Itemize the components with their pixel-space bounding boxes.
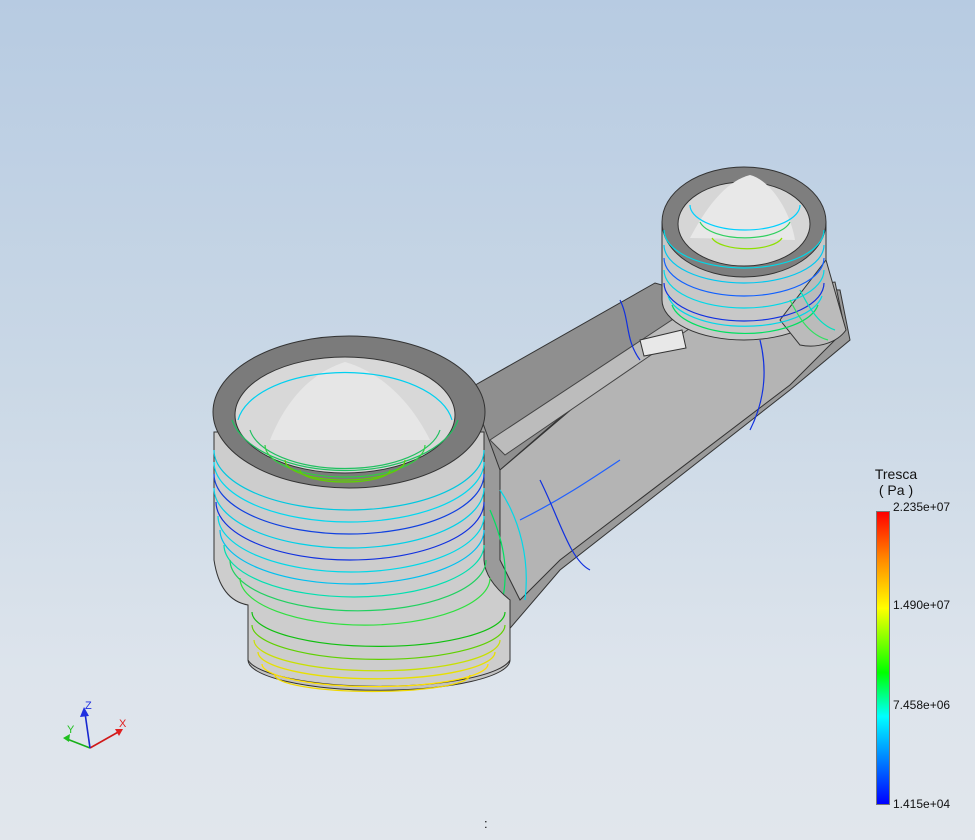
legend-tick-label: 1.490e+07 [893,598,951,612]
legend-min-label: 1.415e+04 [893,797,951,811]
status-text: : [484,816,488,831]
graphics-viewport[interactable]: Tresca ( Pa ) 2.235e+07 1.490e+07 7.458e… [0,0,975,840]
small-boss [661,166,847,347]
large-boss [212,335,511,693]
stress-model [212,166,851,693]
color-scale-bar [876,511,890,805]
legend-unit: ( Pa ) [878,482,914,498]
legend-tick-label: 7.458e+06 [893,698,951,712]
z-axis-label: Z [85,700,92,712]
y-axis-line [66,738,91,749]
z-axis-line [84,712,91,749]
legend-max-label: 2.235e+07 [893,500,951,514]
legend-quantity: Tresca [874,466,918,482]
y-axis-label: Y [67,724,75,736]
axis-triad: X Y Z [63,700,127,749]
legend-title: Tresca ( Pa ) [866,466,926,498]
x-axis-label: X [119,718,127,730]
x-axis-line [89,730,121,749]
